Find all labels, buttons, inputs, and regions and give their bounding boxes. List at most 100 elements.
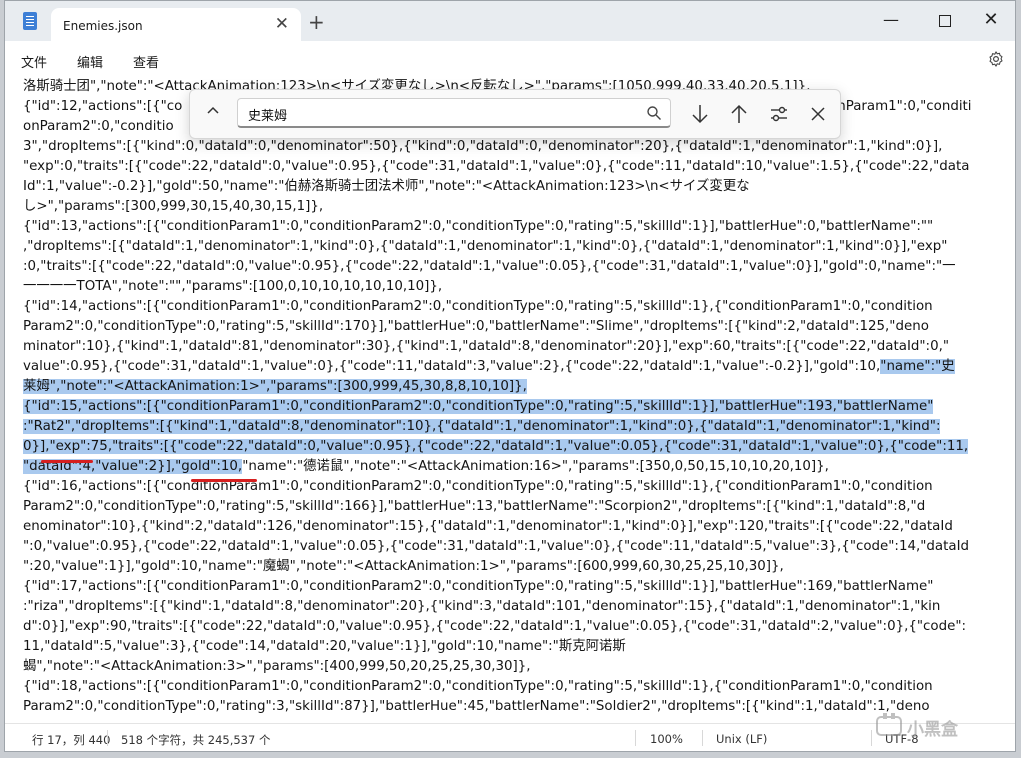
gear-icon[interactable] <box>987 50 1005 68</box>
text-segment: value":0.95},{"code":31,"dataId":1,"valu… <box>23 359 881 374</box>
collapse-replace-chevron-icon[interactable] <box>202 102 224 124</box>
status-divider <box>871 730 872 746</box>
text-segment: "name":"德诺鼠","note":"<AttackAnimation:16… <box>242 459 829 474</box>
text-line[interactable]: :"Rat2","dropItems":[{"kind":1,"dataId":… <box>23 417 941 437</box>
text-segment: "exp":0,"traits":[{"code":22,"dataId":0,… <box>23 159 970 174</box>
menu-file[interactable]: 文件 <box>21 52 47 71</box>
selected-text-segment: {"id":15,"actions":[{"conditionParam1":0… <box>23 399 934 414</box>
notepad-app-icon <box>23 12 37 30</box>
status-line-ending: Unix (LF) <box>716 732 768 746</box>
text-segment: Param2":0,"conditionType":0,"rating":5,"… <box>23 319 929 334</box>
heybox-logo-icon <box>876 713 902 736</box>
text-line[interactable]: enominator":10},{"kind":2,"dataId":126,"… <box>23 517 953 537</box>
text-segment: {"id":16,"actions":[{"conditionParam1":0… <box>23 479 933 494</box>
find-previous-arrow-up-icon[interactable] <box>725 100 753 128</box>
find-bar: 史莱姆 <box>189 89 841 139</box>
text-line[interactable]: "dataId":4,"value":2}],"gold":10,"name":… <box>23 457 829 477</box>
text-line[interactable]: Param2":0,"conditionType":0,"rating":5,"… <box>23 497 925 517</box>
status-divider <box>107 730 108 746</box>
text-segment: Param2":0,"conditionType":0,"rating":5,"… <box>23 499 926 514</box>
text-line[interactable]: {"id":17,"actions":[{"conditionParam1":0… <box>23 577 933 597</box>
text-segment: minator":10},{"kind":1,"dataId":81,"deno… <box>23 339 950 354</box>
status-zoom: 100% <box>650 732 683 746</box>
new-tab-button[interactable]: + <box>308 10 325 34</box>
watermark-logo: 小黑盒 <box>873 705 1013 745</box>
selected-text-segment: 莱姆","note":"<AttackAnimation:1>","params… <box>23 379 527 394</box>
text-line[interactable]: Param2":0,"conditionType":0,"rating":5,"… <box>23 317 929 337</box>
watermark-text: 小黑盒 <box>907 720 958 740</box>
text-segment: 蝎","note":"<AttackAnimation:3>","params"… <box>23 659 531 674</box>
text-segment: {"id":12,"actions":[{"co <box>23 99 183 114</box>
underline-mark-gold <box>191 479 257 482</box>
find-input-text: 史莱姆 <box>248 109 288 124</box>
text-line[interactable]: し>","params":[300,999,30,15,40,30,15,1]}… <box>23 197 323 217</box>
text-segment: :0,"traits":[{"code":22,"dataId":0,"valu… <box>23 259 956 274</box>
text-line[interactable]: onParam2":0,"conditio <box>23 117 174 137</box>
status-cursor-position: 行 17，列 440 <box>32 733 111 747</box>
menu-bar: 文件 编辑 查看 <box>5 41 1015 79</box>
maximize-icon <box>939 14 951 27</box>
text-segment: enominator":10},{"kind":2,"dataId":126,"… <box>23 519 953 534</box>
text-line[interactable]: ":0,"value":0.95},{"code":22,"dataId":1,… <box>23 537 969 557</box>
search-icon[interactable] <box>646 105 662 121</box>
minimize-button[interactable]: — <box>868 5 914 35</box>
text-line[interactable]: {"id":15,"actions":[{"conditionParam1":0… <box>23 397 934 417</box>
text-line[interactable]: :0,"traits":[{"code":22,"dataId":0,"valu… <box>23 257 956 277</box>
maximize-button[interactable] <box>922 5 968 35</box>
text-segment: ":20,"value":1}],"gold":10,"name":"魔蝎","… <box>23 559 784 574</box>
status-character-count: 518 个字符，共 245,537 个 <box>121 733 271 747</box>
text-segment: 11,"dataId":5,"value":3},{"code":14,"dat… <box>23 639 626 654</box>
text-segment: :"riza","dropItems":[{"kind":1,"dataId":… <box>23 599 941 614</box>
text-line[interactable]: ":20,"value":1}],"gold":10,"name":"魔蝎","… <box>23 557 784 577</box>
tab-close-icon[interactable]: ✕ <box>275 14 289 34</box>
text-segment: ":0,"value":0.95},{"code":22,"dataId":1,… <box>23 539 970 554</box>
text-line[interactable]: Param2":0,"conditionType":0,"rating":3,"… <box>23 697 930 717</box>
text-line[interactable]: 蝎","note":"<AttackAnimation:3>","params"… <box>23 657 531 677</box>
notepad-window: Enemies.json ✕ + — ✕ 文件 编辑 查看 洛斯骑士团","no… <box>4 0 1016 752</box>
text-line[interactable]: {"id":16,"actions":[{"conditionParam1":0… <box>23 477 933 497</box>
text-segment: 3","dropItems":[{"kind":0,"dataId":0,"de… <box>23 139 943 154</box>
tab-title: Enemies.json <box>63 19 143 33</box>
text-line[interactable]: ,"dropItems":[{"dataId":1,"denominator":… <box>23 237 947 257</box>
find-input[interactable]: 史莱姆 <box>237 98 671 128</box>
text-editor[interactable]: 洛斯骑士团","note":"<AttackAnimation:123>\n<サ… <box>5 77 1015 719</box>
text-segment: {"id":18,"actions":[{"conditionParam1":0… <box>23 679 933 694</box>
find-next-arrow-down-icon[interactable] <box>686 100 714 128</box>
menu-view[interactable]: 查看 <box>133 52 159 71</box>
close-window-button[interactable]: ✕ <box>968 5 1014 35</box>
text-line[interactable]: "exp":0,"traits":[{"code":22,"dataId":0,… <box>23 157 969 177</box>
text-segment: {"id":13,"actions":[{"conditionParam1":0… <box>23 219 934 234</box>
text-line[interactable]: Id":1,"value":-0.2}],"gold":50,"name":"伯… <box>23 177 750 197</box>
text-line[interactable]: {"id":13,"actions":[{"conditionParam1":0… <box>23 217 933 237</box>
selected-text-segment: "name":"史 <box>880 359 955 374</box>
text-segment: {"id":14,"actions":[{"conditionParam1":0… <box>23 299 933 314</box>
selected-text-segment: :"Rat2","dropItems":[{"kind":1,"dataId":… <box>23 419 941 434</box>
text-segment: Id":1,"value":-0.2}],"gold":50,"name":"伯… <box>23 179 750 194</box>
text-segment: Param2":0,"conditionType":0,"rating":3,"… <box>23 699 930 714</box>
text-segment: d":0}],"exp":90,"traits":[{"code":22,"da… <box>23 619 967 634</box>
text-line[interactable]: 莱姆","note":"<AttackAnimation:1>","params… <box>23 377 527 397</box>
text-segment: し>","params":[300,999,30,15,40,30,15,1]}… <box>23 199 324 214</box>
file-tab[interactable]: Enemies.json ✕ <box>51 8 301 41</box>
text-segment: onParam2":0,"conditio <box>23 119 174 134</box>
status-divider <box>635 730 636 746</box>
menu-edit[interactable]: 编辑 <box>77 52 103 71</box>
text-line[interactable]: 11,"dataId":5,"value":3},{"code":14,"dat… <box>23 637 626 657</box>
status-divider <box>702 730 703 746</box>
title-bar[interactable]: Enemies.json ✕ + — ✕ <box>5 1 1015 41</box>
text-line[interactable]: {"id":14,"actions":[{"conditionParam1":0… <box>23 297 933 317</box>
text-line[interactable]: value":0.95},{"code":31,"dataId":1,"valu… <box>23 357 955 377</box>
text-line[interactable]: {"id":18,"actions":[{"conditionParam1":0… <box>23 677 933 697</box>
search-options-sliders-icon[interactable] <box>765 100 793 128</box>
text-segment: ,"dropItems":[{"dataId":1,"denominator":… <box>23 239 948 254</box>
find-close-icon[interactable] <box>804 100 832 128</box>
text-line[interactable]: :"riza","dropItems":[{"kind":1,"dataId":… <box>23 597 940 617</box>
underline-mark-exp <box>41 460 93 463</box>
text-line[interactable]: minator":10},{"kind":1,"dataId":81,"deno… <box>23 337 949 357</box>
selected-text-segment: 0}],"exp":75,"traits":[{"code":22,"dataI… <box>23 439 969 454</box>
text-line[interactable]: 0}],"exp":75,"traits":[{"code":22,"dataI… <box>23 437 969 457</box>
text-line[interactable]: 3","dropItems":[{"kind":0,"dataId":0,"de… <box>23 137 942 157</box>
text-line[interactable]: d":0}],"exp":90,"traits":[{"code":22,"da… <box>23 617 966 637</box>
text-line[interactable]: 一一一一TOTA","note":"","params":[100,0,10,1… <box>23 277 442 297</box>
status-bar: 行 17，列 440 518 个字符，共 245,537 个 100% Unix… <box>5 723 1015 751</box>
